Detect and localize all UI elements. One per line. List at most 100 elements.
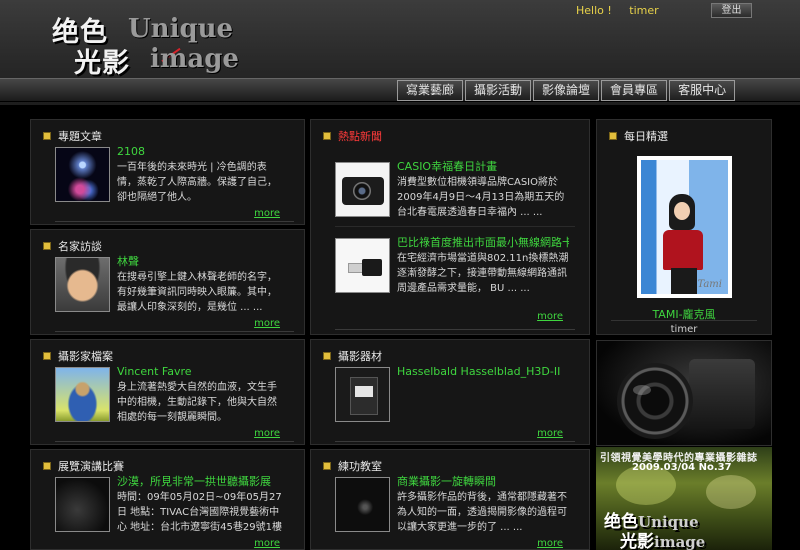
item-description: 一百年後的未來時光 | 冷色調的表情，蒸乾了人際高牆。保護了自己，卻也隔絕了他人… [117,162,277,203]
photo-signature: Tami [697,279,722,290]
item-title-link[interactable]: 巴比祿首度推出市面最小無線網路卡 [397,236,569,250]
nav-tab-members[interactable]: 會員專區 [601,80,668,101]
news-title-text: 熱點新聞 [338,130,382,143]
item-title-link[interactable]: CASIO幸福春日計畫 [397,160,569,174]
site-logo[interactable]: 绝色 Unique 光影 image [48,10,239,79]
item-description: 時間：09年05月02日~09年05月27日 地點：TIVAC台灣國際視覺藝術中… [117,492,282,533]
list-item: 沙漠，所見非常一拱世聽攝影展 時間：09年05月02日~09年05月27日 地點… [55,475,295,535]
panel-title: 攝影器材 [323,348,382,364]
thumbnail-image[interactable] [55,257,110,312]
photo-detail [663,230,703,270]
item-description: 許多攝影作品的背後，通常都隱藏著不為人知的一面，透過揭開影像的過程可以讓大家更進… [397,492,567,533]
nav-tab-activities[interactable]: 攝影活動 [465,80,532,101]
divider [335,329,575,330]
hot-news-panel: 熱點新聞 CASIO幸福春日計畫 消費型數位相機領導品牌CASIO將於2009年… [310,119,590,335]
panel-title: 專題文章 [43,128,102,144]
item-title-link[interactable]: Hasselbald Hasselblad_H3D-II [397,365,569,379]
daily-photo[interactable]: Tami [637,156,732,298]
photo-detail [671,268,697,294]
bullet-icon [323,462,331,470]
thumbnail-image[interactable] [335,367,390,422]
magazine-ad-banner[interactable]: 引領視覺美學時代的專業攝影雜誌 2009.03/04 No.37 绝色Uniqu… [596,447,772,550]
equipment-panel: 攝影器材 Hasselbald Hasselblad_H3D-II more [310,339,590,445]
item-title-link[interactable]: Vincent Favre [117,365,285,379]
item-title-link[interactable]: 沙漠，所見非常一拱世聽攝影展 [117,475,289,489]
divider [335,441,575,442]
classroom-title-text: 練功教室 [338,460,382,473]
thumbnail-image[interactable] [335,238,390,293]
item-description: 身上流著熱愛大自然的血液，文生手中的相機，生動記錄下，他與大自然相處的每一刻靚麗… [117,382,277,423]
logo-cjk-line2: 光影 [74,48,130,79]
bullet-icon [43,352,51,360]
panel-title: 練功教室 [323,458,382,474]
featured-articles-panel: 專題文章 2108 一百年後的未來時光 | 冷色調的表情，蒸乾了人際高牆。保護了… [30,119,305,225]
thumbnail-image[interactable] [335,477,390,532]
camera-lens-icon [617,363,693,439]
nav-tab-support[interactable]: 客服中心 [669,80,736,101]
classroom-panel: 練功教室 商業攝影一旋轉瞬間 許多攝影作品的背後，通常都隱藏著不為人知的一面，透… [310,449,590,550]
more-link[interactable]: more [537,311,563,322]
item-title-link[interactable]: 林聲 [117,255,285,269]
panel-title: 熱點新聞 [323,128,382,144]
item-description: 在宅經濟市場當道與802.11n換標熱潮逐漸發酵之下，接連帶動無線網路通訊周邊產… [397,253,569,294]
username-text[interactable]: timer [629,4,658,17]
item-description: 消費型數位相機領導品牌CASIO將於2009年4月9日～4月13日為期五天的台北… [397,177,565,218]
thumbnail-image[interactable] [55,477,110,532]
photographer-profiles-panel: 攝影家檔案 Vincent Favre 身上流著熱愛大自然的血液，文生手中的相機… [30,339,305,445]
camera-ad-banner[interactable] [596,340,772,446]
bokeh-light [706,475,756,509]
list-item: CASIO幸福春日計畫 消費型數位相機領導品牌CASIO將於2009年4月9日～… [335,160,581,220]
thumbnail-image[interactable] [55,147,110,202]
list-item: 巴比祿首度推出市面最小無線網路卡 在宅經濟市場當道與802.11n換標熱潮逐漸發… [335,236,581,296]
logo-en-line1: Unique [128,14,234,44]
bullet-icon [323,352,331,360]
bullet-icon [43,462,51,470]
divider [55,331,294,332]
more-link[interactable]: more [537,538,563,549]
usb-adapter-icon [362,259,382,276]
magazine-issue: 2009.03/04 No.37 [632,462,732,473]
nav-tab-gallery[interactable]: 寫業藝廊 [397,80,464,101]
equipment-title-text: 攝影器材 [338,350,382,363]
divider [55,221,294,222]
nav-tab-forum[interactable]: 影像論壇 [533,80,600,101]
more-link[interactable]: more [254,318,280,329]
list-item: 商業攝影一旋轉瞬間 許多攝影作品的背後，通常都隱藏著不為人知的一面，透過揭開影像… [335,475,581,535]
bullet-icon [43,242,51,250]
logout-button[interactable]: 登出 [711,3,752,18]
more-link[interactable]: more [254,428,280,439]
more-link[interactable]: more [254,208,280,219]
divider [55,441,294,442]
bullet-icon [43,132,51,140]
lens-glare [633,385,651,395]
thumbnail-image[interactable] [335,162,390,217]
item-title-link[interactable]: 2108 [117,145,285,159]
magazine-logo-cjk2: 光影 [620,532,654,550]
list-item: 林聲 在搜尋引擎上鍵入林聲老師的名字，有好幾筆資訊同時映入眼簾。其中，最讓人印象… [55,255,295,315]
bullet-icon [323,132,331,140]
exhibitions-panel: 展覽演講比賽 沙漠，所見非常一拱世聽攝影展 時間：09年05月02日~09年05… [30,449,305,550]
more-link[interactable]: more [537,428,563,439]
featured-title-text: 專題文章 [58,130,102,143]
greeting-text: Hello ! [576,4,612,17]
divider [611,320,757,321]
interviews-panel: 名家訪談 林聲 在搜尋引擎上鍵入林聲老師的名字，有好幾筆資訊同時映入眼簾。其中，… [30,229,305,335]
contest-title-text: 展覽演講比賽 [58,460,124,473]
photographer-title-text: 攝影家檔案 [58,350,113,363]
daily-pick-panel: 每日精選 Tami TAMI-龐克風 timer [596,119,772,335]
thumbnail-image[interactable] [55,367,110,422]
magazine-logo-en2: image [654,533,706,550]
logo-en-line2: image [150,44,239,74]
item-description: 在搜尋引擎上鍵入林聲老師的名字，有好幾筆資訊同時映入眼簾。其中，最讓人印象深刻的… [117,272,277,313]
panel-title: 每日精選 [609,128,668,144]
item-title-link[interactable]: 商業攝影一旋轉瞬間 [397,475,569,489]
list-item: Hasselbald Hasselblad_H3D-II [335,365,581,425]
lens-icon [353,182,371,200]
daily-title-text: 每日精選 [624,130,668,143]
user-greeting: Hello ! timer [576,4,673,17]
main-nav: 寫業藝廊 攝影活動 影像論壇 會員專區 客服中心 [397,80,737,101]
camera-screen-icon [355,386,373,397]
panel-title: 展覽演講比賽 [43,458,124,474]
daily-photo-user[interactable]: timer [597,324,771,335]
more-link[interactable]: more [254,538,280,549]
